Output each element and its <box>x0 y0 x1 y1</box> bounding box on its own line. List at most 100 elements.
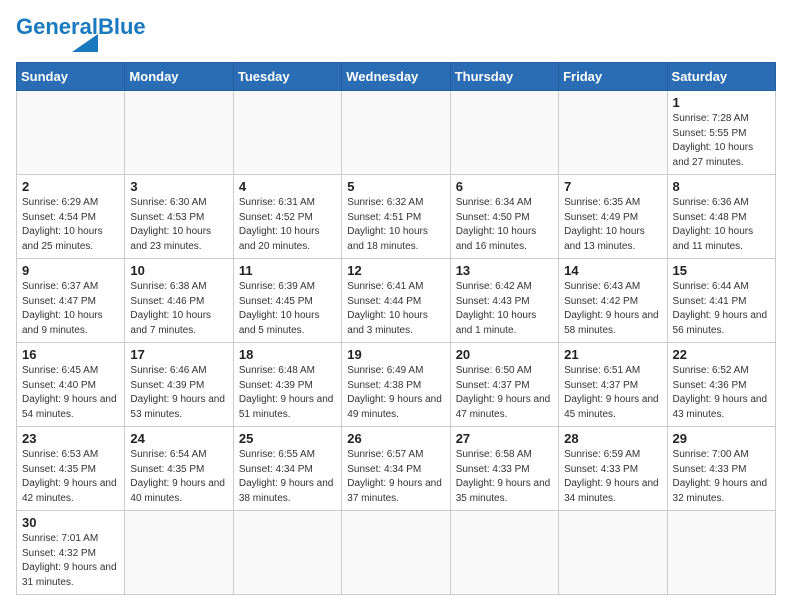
calendar-table: SundayMondayTuesdayWednesdayThursdayFrid… <box>16 62 776 595</box>
calendar-header-row: SundayMondayTuesdayWednesdayThursdayFrid… <box>17 63 776 91</box>
calendar-header-thursday: Thursday <box>450 63 558 91</box>
calendar-day-cell: 2 Sunrise: 6:29 AM Sunset: 4:54 PM Daylig… <box>17 175 125 259</box>
day-info: Sunrise: 6:39 AM Sunset: 4:45 PM Dayligh… <box>239 280 336 338</box>
calendar-day-cell: 24Sunrise: 6:54 AM Sunset: 4:35 PM Dayli… <box>125 427 233 511</box>
day-info: Sunrise: 6:42 AM Sunset: 4:43 PM Dayligh… <box>456 280 553 338</box>
day-number: 20 <box>456 347 553 362</box>
calendar-day-cell: 5 Sunrise: 6:32 AM Sunset: 4:51 PM Daylig… <box>342 175 450 259</box>
calendar-day-cell: 28 Sunrise: 6:59 AM Sunset: 4:33 PM Dayli… <box>559 427 667 511</box>
logo-blue: Blue <box>98 14 146 39</box>
calendar-day-cell: 21 Sunrise: 6:51 AM Sunset: 4:37 PM Dayli… <box>559 343 667 427</box>
calendar-day-cell: 16 Sunrise: 6:45 AM Sunset: 4:40 PM Dayli… <box>17 343 125 427</box>
day-number: 2 <box>22 179 119 194</box>
calendar-day-cell <box>125 91 233 175</box>
day-number: 4 <box>239 179 336 194</box>
day-info: Sunrise: 6:58 AM Sunset: 4:33 PM Dayligh… <box>456 448 553 506</box>
day-info: Sunrise: 6:35 AM Sunset: 4:49 PM Dayligh… <box>564 196 661 254</box>
calendar-day-cell: 6Sunrise: 6:34 AM Sunset: 4:50 PM Daylig… <box>450 175 558 259</box>
day-info: Sunrise: 6:53 AM Sunset: 4:35 PM Dayligh… <box>22 448 119 506</box>
day-info: Sunrise: 6:38 AM Sunset: 4:46 PM Dayligh… <box>130 280 227 338</box>
calendar-day-cell: 25Sunrise: 6:55 AM Sunset: 4:34 PM Dayli… <box>233 427 341 511</box>
day-number: 10 <box>130 263 227 278</box>
calendar-day-cell <box>125 511 233 595</box>
day-number: 3 <box>130 179 227 194</box>
calendar-day-cell: 30 Sunrise: 7:01 AM Sunset: 4:32 PM Dayli… <box>17 511 125 595</box>
calendar-day-cell <box>559 511 667 595</box>
calendar-week-row: 16 Sunrise: 6:45 AM Sunset: 4:40 PM Dayli… <box>17 343 776 427</box>
calendar-day-cell: 1Sunrise: 7:28 AM Sunset: 5:55 PM Daylig… <box>667 91 775 175</box>
day-info: Sunrise: 7:01 AM Sunset: 4:32 PM Dayligh… <box>22 532 119 590</box>
day-number: 23 <box>22 431 119 446</box>
day-number: 5 <box>347 179 444 194</box>
day-info: Sunrise: 6:31 AM Sunset: 4:52 PM Dayligh… <box>239 196 336 254</box>
day-info: Sunrise: 6:55 AM Sunset: 4:34 PM Dayligh… <box>239 448 336 506</box>
day-info: Sunrise: 6:36 AM Sunset: 4:48 PM Dayligh… <box>673 196 770 254</box>
calendar-day-cell: 14Sunrise: 6:43 AM Sunset: 4:42 PM Dayli… <box>559 259 667 343</box>
calendar-day-cell: 29Sunrise: 7:00 AM Sunset: 4:33 PM Dayli… <box>667 427 775 511</box>
day-number: 6 <box>456 179 553 194</box>
calendar-day-cell <box>342 91 450 175</box>
calendar-day-cell <box>17 91 125 175</box>
day-number: 21 <box>564 347 661 362</box>
day-number: 28 <box>564 431 661 446</box>
day-info: Sunrise: 6:52 AM Sunset: 4:36 PM Dayligh… <box>673 364 770 422</box>
calendar-week-row: 23 Sunrise: 6:53 AM Sunset: 4:35 PM Dayli… <box>17 427 776 511</box>
calendar-day-cell <box>559 91 667 175</box>
day-info: Sunrise: 6:51 AM Sunset: 4:37 PM Dayligh… <box>564 364 661 422</box>
calendar-header-monday: Monday <box>125 63 233 91</box>
day-info: Sunrise: 6:48 AM Sunset: 4:39 PM Dayligh… <box>239 364 336 422</box>
day-info: Sunrise: 6:59 AM Sunset: 4:33 PM Dayligh… <box>564 448 661 506</box>
day-info: Sunrise: 6:30 AM Sunset: 4:53 PM Dayligh… <box>130 196 227 254</box>
calendar-day-cell <box>233 91 341 175</box>
page-header: GeneralBlue <box>16 16 776 52</box>
day-number: 11 <box>239 263 336 278</box>
calendar-day-cell: 27 Sunrise: 6:58 AM Sunset: 4:33 PM Dayli… <box>450 427 558 511</box>
day-number: 16 <box>22 347 119 362</box>
calendar-week-row: 9 Sunrise: 6:37 AM Sunset: 4:47 PM Daylig… <box>17 259 776 343</box>
calendar-day-cell: 9 Sunrise: 6:37 AM Sunset: 4:47 PM Daylig… <box>17 259 125 343</box>
calendar-week-row: 2 Sunrise: 6:29 AM Sunset: 4:54 PM Daylig… <box>17 175 776 259</box>
calendar-day-cell: 12Sunrise: 6:41 AM Sunset: 4:44 PM Dayli… <box>342 259 450 343</box>
calendar-header-tuesday: Tuesday <box>233 63 341 91</box>
day-number: 9 <box>22 263 119 278</box>
day-info: Sunrise: 6:46 AM Sunset: 4:39 PM Dayligh… <box>130 364 227 422</box>
calendar-day-cell <box>667 511 775 595</box>
calendar-header-friday: Friday <box>559 63 667 91</box>
day-number: 30 <box>22 515 119 530</box>
calendar-week-row: 1Sunrise: 7:28 AM Sunset: 5:55 PM Daylig… <box>17 91 776 175</box>
calendar-day-cell: 19Sunrise: 6:49 AM Sunset: 4:38 PM Dayli… <box>342 343 450 427</box>
calendar-day-cell: 11 Sunrise: 6:39 AM Sunset: 4:45 PM Dayli… <box>233 259 341 343</box>
calendar-day-cell: 20Sunrise: 6:50 AM Sunset: 4:37 PM Dayli… <box>450 343 558 427</box>
calendar-day-cell: 3 Sunrise: 6:30 AM Sunset: 4:53 PM Daylig… <box>125 175 233 259</box>
calendar-day-cell: 7 Sunrise: 6:35 AM Sunset: 4:49 PM Daylig… <box>559 175 667 259</box>
calendar-header-saturday: Saturday <box>667 63 775 91</box>
day-number: 19 <box>347 347 444 362</box>
day-number: 24 <box>130 431 227 446</box>
day-info: Sunrise: 6:29 AM Sunset: 4:54 PM Dayligh… <box>22 196 119 254</box>
calendar-day-cell: 4 Sunrise: 6:31 AM Sunset: 4:52 PM Daylig… <box>233 175 341 259</box>
calendar-day-cell: 8 Sunrise: 6:36 AM Sunset: 4:48 PM Daylig… <box>667 175 775 259</box>
day-info: Sunrise: 6:32 AM Sunset: 4:51 PM Dayligh… <box>347 196 444 254</box>
day-info: Sunrise: 6:57 AM Sunset: 4:34 PM Dayligh… <box>347 448 444 506</box>
day-number: 7 <box>564 179 661 194</box>
calendar-header-sunday: Sunday <box>17 63 125 91</box>
calendar-day-cell: 17Sunrise: 6:46 AM Sunset: 4:39 PM Dayli… <box>125 343 233 427</box>
calendar-day-cell: 26 Sunrise: 6:57 AM Sunset: 4:34 PM Dayli… <box>342 427 450 511</box>
calendar-header-wednesday: Wednesday <box>342 63 450 91</box>
day-info: Sunrise: 6:41 AM Sunset: 4:44 PM Dayligh… <box>347 280 444 338</box>
calendar-day-cell: 15Sunrise: 6:44 AM Sunset: 4:41 PM Dayli… <box>667 259 775 343</box>
day-number: 26 <box>347 431 444 446</box>
day-info: Sunrise: 6:44 AM Sunset: 4:41 PM Dayligh… <box>673 280 770 338</box>
day-info: Sunrise: 6:37 AM Sunset: 4:47 PM Dayligh… <box>22 280 119 338</box>
day-number: 8 <box>673 179 770 194</box>
calendar-day-cell: 18 Sunrise: 6:48 AM Sunset: 4:39 PM Dayli… <box>233 343 341 427</box>
day-number: 18 <box>239 347 336 362</box>
day-number: 1 <box>673 95 770 110</box>
calendar-day-cell: 13Sunrise: 6:42 AM Sunset: 4:43 PM Dayli… <box>450 259 558 343</box>
day-number: 27 <box>456 431 553 446</box>
calendar-day-cell: 10 Sunrise: 6:38 AM Sunset: 4:46 PM Dayli… <box>125 259 233 343</box>
calendar-day-cell <box>233 511 341 595</box>
day-info: Sunrise: 6:45 AM Sunset: 4:40 PM Dayligh… <box>22 364 119 422</box>
calendar-day-cell <box>450 91 558 175</box>
calendar-week-row: 30 Sunrise: 7:01 AM Sunset: 4:32 PM Dayli… <box>17 511 776 595</box>
